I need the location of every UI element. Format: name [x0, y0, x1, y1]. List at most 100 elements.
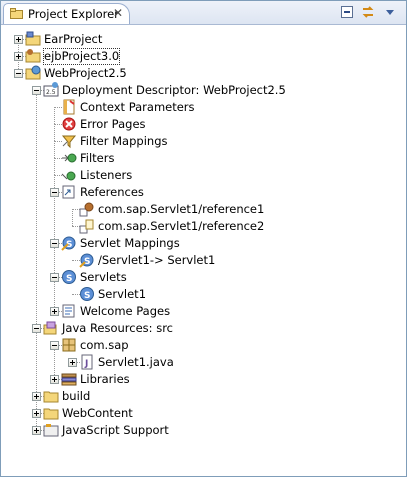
- java-file-icon: J: [81, 354, 93, 370]
- tree-item-label: com.sap.Servlet1/reference1: [98, 202, 265, 216]
- collapse-icon[interactable]: [14, 69, 23, 78]
- tree-item[interactable]: Filter Mappings: [1, 133, 401, 150]
- servlet-mapping-icon: S: [79, 253, 94, 268]
- tree-item[interactable]: Java Resources: src: [1, 320, 401, 337]
- ear-project-icon: [25, 31, 41, 46]
- tree-item-label: Welcome Pages: [80, 304, 171, 318]
- collapse-all-icon[interactable]: [339, 4, 355, 20]
- tree-item-label: Filter Mappings: [80, 134, 168, 148]
- expand-icon[interactable]: [32, 392, 41, 401]
- tree-item-label: Servlet1.java: [98, 355, 174, 369]
- tree-item[interactable]: com.sap: [1, 337, 401, 354]
- collapse-icon[interactable]: [32, 324, 41, 333]
- tree-item[interactable]: Context Parameters: [1, 99, 401, 116]
- view-menu-icon[interactable]: [382, 4, 398, 20]
- expand-icon[interactable]: [68, 358, 77, 367]
- javascript-support-icon: [43, 424, 59, 437]
- web-project-icon: [25, 65, 41, 80]
- tree-item-label: build: [62, 389, 91, 403]
- collapse-icon[interactable]: [50, 188, 59, 197]
- error-pages-icon: [62, 117, 76, 131]
- tree-item[interactable]: EarProject: [1, 31, 401, 48]
- tree-item[interactable]: WebContent: [1, 405, 401, 422]
- servlet-icon: S: [80, 287, 94, 301]
- project-tree: EarProject ejbProject3.0 WebProject2.5 2.5 D…: [1, 25, 406, 476]
- expand-icon[interactable]: [14, 35, 23, 44]
- tree-item-label: Filters: [80, 151, 115, 165]
- svg-text:S: S: [84, 291, 90, 301]
- project-explorer-view: Project Explorer ✕ EarProject ejbProject3…: [0, 0, 407, 477]
- tab-project-explorer[interactable]: Project Explorer ✕: [3, 3, 130, 24]
- tree-item-label: References: [80, 185, 144, 199]
- tree-item-label: ejbProject3.0: [42, 48, 121, 65]
- tree-item[interactable]: ejbProject3.0: [1, 48, 401, 65]
- tree-item[interactable]: References: [1, 184, 401, 201]
- tree-item-label: /Servlet1-> Servlet1: [98, 253, 216, 267]
- tree-item[interactable]: Filters: [1, 150, 401, 167]
- tree-item-label: Servlets: [80, 270, 127, 284]
- link-with-editor-icon[interactable]: [360, 4, 376, 20]
- tree-item-label: JavaScript Support: [62, 423, 169, 437]
- tree-item-label: Deployment Descriptor: WebProject2.5: [62, 83, 286, 97]
- tree-item[interactable]: Listeners: [1, 167, 401, 184]
- folder-icon: [43, 408, 59, 420]
- listeners-icon: [61, 171, 76, 181]
- libraries-icon: [61, 373, 77, 386]
- java-resources-icon: [43, 321, 57, 335]
- tree-item[interactable]: S Servlet1: [1, 286, 401, 303]
- collapse-icon[interactable]: [50, 273, 59, 282]
- tree-item-label: Context Parameters: [80, 100, 195, 114]
- ejb-reference-icon: [79, 202, 94, 217]
- tree-item[interactable]: 2.5 Deployment Descriptor: WebProject2.5: [1, 82, 401, 99]
- project-explorer-icon: [10, 8, 23, 19]
- expand-icon[interactable]: [14, 52, 23, 61]
- tree-item-label: Listeners: [80, 168, 133, 182]
- tree-item[interactable]: com.sap.Servlet1/reference2: [1, 218, 401, 235]
- folder-icon: [43, 391, 59, 403]
- tree-item-label: WebContent: [62, 406, 133, 420]
- resource-reference-icon: [79, 219, 94, 234]
- tree-item-label: WebProject2.5: [44, 66, 127, 80]
- tree-item[interactable]: JavaScript Support: [1, 422, 401, 439]
- tree-item[interactable]: WebProject2.5: [1, 65, 401, 82]
- expand-icon[interactable]: [50, 375, 59, 384]
- svg-text:J: J: [84, 359, 88, 369]
- servlet-mappings-icon: S: [61, 236, 76, 251]
- tree-item-label: com.sap: [80, 338, 129, 352]
- tree-item[interactable]: Libraries: [1, 371, 401, 388]
- svg-text:S: S: [66, 274, 72, 284]
- tree-item-label: Java Resources: src: [62, 321, 173, 335]
- tree-item-label: Servlet1: [98, 287, 147, 301]
- close-icon[interactable]: ✕: [113, 6, 123, 20]
- package-icon: [62, 338, 76, 352]
- filters-icon: [62, 153, 77, 163]
- expand-icon[interactable]: [50, 307, 59, 316]
- tree-item[interactable]: Welcome Pages: [1, 303, 401, 320]
- tree-item-label: Error Pages: [80, 117, 146, 131]
- collapse-icon[interactable]: [50, 239, 59, 248]
- tree-item[interactable]: J Servlet1.java: [1, 354, 401, 371]
- tab-title: Project Explorer: [28, 7, 119, 21]
- svg-text:2.5: 2.5: [46, 89, 56, 96]
- context-parameters-icon: [63, 99, 75, 115]
- expand-icon[interactable]: [32, 409, 41, 418]
- servlets-icon: S: [62, 270, 76, 284]
- references-icon: [62, 185, 75, 199]
- tree-item[interactable]: S Servlet Mappings: [1, 235, 401, 252]
- welcome-pages-icon: [62, 304, 75, 318]
- tree-item[interactable]: com.sap.Servlet1/reference1: [1, 201, 401, 218]
- tree-item-label: Libraries: [80, 372, 130, 386]
- view-tab-bar: Project Explorer ✕: [1, 1, 406, 25]
- tree-item-label: com.sap.Servlet1/reference2: [98, 219, 265, 233]
- collapse-icon[interactable]: [32, 86, 41, 95]
- tree-item[interactable]: S/Servlet1-> Servlet1: [1, 252, 401, 269]
- tree-item[interactable]: S Servlets: [1, 269, 401, 286]
- filter-mappings-icon: [61, 135, 77, 149]
- tree-item-label: EarProject: [44, 32, 103, 46]
- tree-item[interactable]: Error Pages: [1, 116, 401, 133]
- expand-icon[interactable]: [32, 426, 41, 435]
- tree-item[interactable]: build: [1, 388, 401, 405]
- deployment-descriptor-icon: 2.5: [43, 82, 59, 97]
- ejb-project-icon: [25, 49, 41, 63]
- collapse-icon[interactable]: [50, 341, 59, 350]
